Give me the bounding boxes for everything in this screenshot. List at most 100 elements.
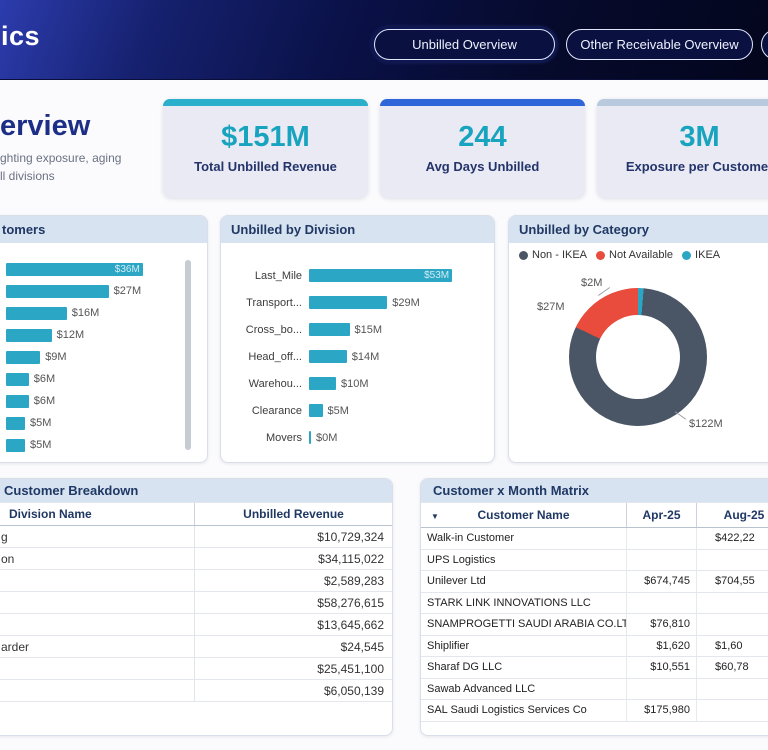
chart-card-unbilled-by-category: Unbilled by Category Non - IKEA Not Avail… (508, 215, 768, 463)
table-header-row: Division Name Unbilled Revenue (0, 502, 392, 526)
division-name-cell (0, 592, 194, 613)
customer-bar[interactable]: $36M (6, 262, 143, 276)
aug-25-value-cell: $422,22 (696, 528, 768, 549)
bar-value-label: $6M (33, 373, 56, 385)
bar-value-label: $10M (341, 377, 369, 390)
customer-bar-row: $12M (6, 324, 189, 346)
category-label: Transport... (246, 296, 302, 309)
table-row[interactable]: SAL Saudi Logistics Services Co $175,980 (421, 700, 768, 722)
donut-callout-line (674, 411, 687, 420)
customer-bar[interactable] (6, 416, 25, 430)
vertical-scrollbar[interactable] (185, 260, 191, 450)
kpi-total-unbilled-revenue: $151M Total Unbilled Revenue (163, 99, 368, 198)
table-row[interactable]: on $34,115,022 (0, 548, 392, 570)
bar-value-label: $29M (392, 296, 420, 309)
bar-value-label: $0M (316, 431, 338, 444)
aug-25-value-cell: $704,55 (696, 571, 768, 592)
table-row[interactable]: Sharaf DG LLC $10,551 $60,78 (421, 657, 768, 679)
unbilled-revenue-cell: $25,451,100 (194, 658, 392, 679)
aug-25-value-cell (696, 700, 768, 721)
table-row[interactable]: UPS Logistics (421, 549, 768, 571)
bar-value-label: $9M (45, 351, 67, 363)
category-label: Cross_bo... (245, 323, 302, 336)
column-header-unbilled-revenue[interactable]: Unbilled Revenue (194, 503, 392, 525)
category-donut-chart[interactable] (569, 288, 707, 426)
table-row[interactable]: Shiplifier $1,620 $1,60 (421, 635, 768, 657)
customer-bar[interactable] (6, 350, 41, 364)
page-title: erview (0, 110, 91, 142)
legend-swatch (596, 250, 606, 260)
division-name-cell (0, 680, 194, 701)
dashboard: ics Unbilled Overview Other Receivable O… (0, 0, 768, 750)
chart-title: Unbilled by Category (519, 222, 650, 237)
chart-card-header: Unbilled by Division (221, 216, 494, 243)
customer-bar[interactable] (6, 394, 29, 408)
page-subtitle-line1: ghting exposure, aging (0, 151, 122, 165)
table-row[interactable]: $6,050,139 (0, 680, 392, 702)
donut-label-non-ikea: $122M (689, 418, 723, 430)
table-title: Customer x Month Matrix (433, 483, 590, 498)
legend-item[interactable]: IKEA (682, 249, 720, 261)
tab-partial[interactable] (761, 29, 768, 60)
customer-bar-row: $5M (6, 412, 189, 434)
donut-legend: Non - IKEA Not Available IKEA (519, 249, 720, 261)
column-header-division-name[interactable]: Division Name (0, 503, 194, 525)
kpi-accent-bar (380, 99, 585, 106)
customer-name-cell: Shiplifier (427, 639, 470, 652)
aug-25-value-cell (696, 549, 768, 570)
division-name-cell (0, 658, 194, 679)
table-header-row: ▼ Customer Name Apr-25 Aug-25 (421, 502, 768, 528)
apr-25-value-cell: $76,810 (626, 614, 696, 635)
table-row[interactable]: arder $24,545 (0, 636, 392, 658)
tab-unbilled-overview[interactable]: Unbilled Overview (374, 29, 555, 60)
chart-card-unbilled-by-division: Unbilled by Division Last_Mile $53M Transp… (220, 215, 495, 463)
bar-value-label: $16M (71, 307, 100, 319)
table-row[interactable]: STARK LINK INNOVATIONS LLC (421, 592, 768, 614)
division-bar-row: Transport... $29M (229, 289, 486, 316)
sort-descending-icon[interactable]: ▼ (431, 512, 439, 521)
bar-value-label: $5M (30, 417, 52, 429)
customer-bar[interactable] (6, 284, 109, 298)
customer-name-cell: Unilever Ltd (427, 575, 486, 588)
division-bar[interactable]: $53M (309, 269, 453, 282)
aug-25-value-cell (696, 678, 768, 699)
table-row[interactable]: Unilever Ltd $674,745 $704,55 (421, 571, 768, 593)
customer-bar[interactable] (6, 306, 67, 320)
legend-item[interactable]: Non - IKEA (519, 249, 587, 261)
table-row[interactable]: SNAMPROGETTI SAUDI ARABIA CO.LTD $76,810 (421, 614, 768, 636)
division-bar[interactable] (309, 377, 336, 390)
category-label: Head_off... (248, 350, 302, 363)
table-row[interactable]: Sawab Advanced LLC (421, 678, 768, 700)
division-bar-row: Movers $0M (229, 424, 486, 451)
kpi-value: $151M (221, 121, 310, 153)
customer-bar[interactable] (6, 372, 29, 386)
column-header-customer-name[interactable]: Customer Name (421, 503, 626, 527)
legend-item[interactable]: Not Available (596, 249, 673, 261)
column-header-apr-25[interactable]: Apr-25 (626, 503, 696, 527)
bar-value-label: $6M (33, 395, 56, 407)
bar-value-label: $27M (113, 285, 142, 297)
aug-25-value-cell: $1,60 (696, 635, 768, 656)
division-name-cell: on (1, 551, 15, 566)
category-label: Warehou... (248, 377, 302, 390)
division-bar[interactable] (309, 431, 311, 444)
division-bar[interactable] (309, 404, 323, 417)
table-row[interactable]: $2,589,283 (0, 570, 392, 592)
tab-other-receivable-overview[interactable]: Other Receivable Overview (566, 29, 753, 60)
bar-value-label: $53M (424, 270, 450, 281)
division-bar[interactable] (309, 296, 388, 309)
table-row[interactable]: $58,276,615 (0, 592, 392, 614)
customer-bar[interactable] (6, 328, 52, 342)
unbilled-revenue-cell: $24,545 (194, 636, 392, 657)
division-bar-row: Head_off... $14M (229, 343, 486, 370)
table-row[interactable]: g $10,729,324 (0, 526, 392, 548)
column-header-aug-25[interactable]: Aug-25 (696, 503, 768, 527)
division-bar[interactable] (309, 323, 350, 336)
customer-bar-row: $5M (6, 434, 189, 456)
customer-bar[interactable] (6, 438, 25, 452)
division-bar[interactable] (309, 350, 347, 363)
table-row[interactable]: Walk-in Customer $422,22 (421, 528, 768, 550)
table-row[interactable]: $13,645,662 (0, 614, 392, 636)
customers-bar-chart: $36M $27M $16M $12M $9M $6M $6M $5M $5M (6, 258, 189, 456)
table-row[interactable]: $25,451,100 (0, 658, 392, 680)
